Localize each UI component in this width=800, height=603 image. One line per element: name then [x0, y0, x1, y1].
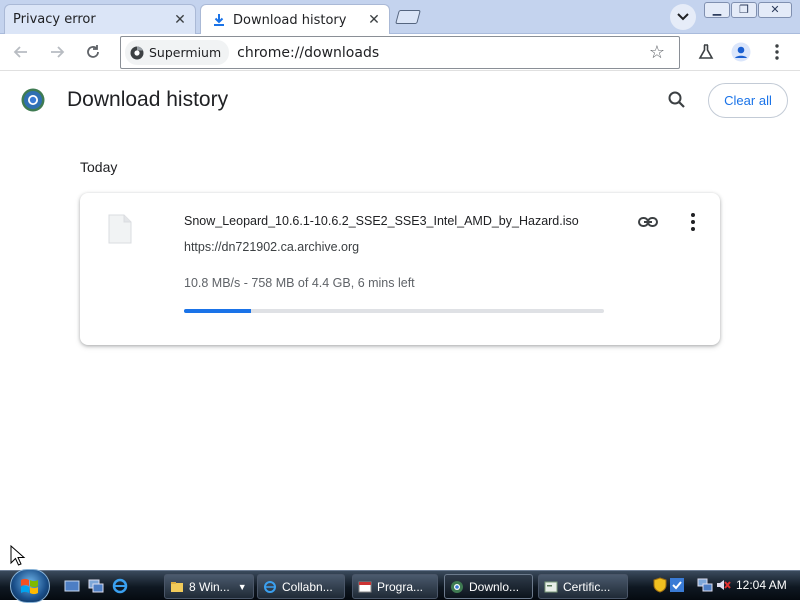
more-vert-icon: [691, 213, 695, 217]
file-icon: [108, 214, 132, 244]
labs-button[interactable]: [693, 39, 719, 65]
avatar-icon: [731, 42, 751, 62]
clock[interactable]: 12:04 AM: [736, 578, 787, 592]
reload-icon: [87, 45, 99, 58]
taskbar: 8 Win... ▼ Collabn... Progra... Downlo..…: [0, 569, 800, 603]
page-title: Download history: [67, 88, 229, 111]
back-button[interactable]: [8, 39, 34, 65]
menu-button[interactable]: [764, 39, 790, 65]
ie-icon[interactable]: [112, 578, 128, 594]
certificate-icon: [544, 581, 558, 592]
minimize-button[interactable]: ▁: [704, 2, 730, 18]
taskbar-button-label: 8 Win...: [189, 579, 230, 594]
star-icon[interactable]: ☆: [649, 42, 665, 63]
taskbar-button-downloads[interactable]: Downlo...: [444, 574, 533, 599]
tab-title: Privacy error: [13, 12, 96, 27]
reload-button[interactable]: [80, 39, 106, 65]
supermium-logo-icon: [21, 88, 45, 112]
windows-logo-icon: [21, 578, 38, 595]
address-bar[interactable]: Supermium chrome://downloads ☆: [120, 36, 680, 69]
taskbar-button-certificate[interactable]: Certific...: [538, 574, 628, 599]
clear-all-button[interactable]: Clear all: [708, 83, 788, 118]
tab-strip: Privacy error ✕ Download history ✕ ▁ ❐ ✕: [0, 0, 800, 35]
switch-windows-icon[interactable]: [88, 578, 104, 594]
arrow-left-icon: [13, 46, 27, 58]
shield-icon[interactable]: [653, 577, 667, 593]
taskbar-button-label: Certific...: [563, 579, 611, 594]
chip-label: Supermium: [149, 45, 222, 60]
taskbar-button-collabnet[interactable]: Collabn...: [257, 574, 345, 599]
toolbar: Supermium chrome://downloads ☆: [0, 34, 800, 71]
chevron-down-icon: [677, 13, 689, 21]
search-icon[interactable]: [666, 89, 688, 111]
taskbar-button-programs[interactable]: Progra...: [352, 574, 438, 599]
network-icon[interactable]: [697, 577, 713, 593]
progress-fill: [184, 309, 252, 313]
more-vert-icon: [775, 44, 779, 60]
tab-privacy-error[interactable]: Privacy error ✕: [4, 4, 196, 34]
arrow-right-icon: [51, 46, 65, 58]
restore-button[interactable]: ❐: [731, 2, 757, 18]
forward-button[interactable]: [44, 39, 70, 65]
mouse-cursor-icon: [10, 545, 26, 566]
taskbar-button-label: Downlo...: [469, 579, 520, 594]
flask-icon: [698, 44, 714, 59]
supermium-logo-icon: [130, 46, 144, 59]
security-center-icon[interactable]: [669, 577, 685, 593]
more-actions-button[interactable]: [682, 211, 704, 233]
download-icon: [211, 12, 227, 28]
download-status: 10.8 MB/s - 758 MB of 4.4 GB, 6 mins lef…: [184, 276, 415, 290]
site-info-chip[interactable]: Supermium: [125, 40, 230, 65]
volume-muted-icon[interactable]: [715, 577, 731, 593]
ie-icon: [264, 580, 276, 593]
tab-search-button[interactable]: [670, 4, 696, 30]
taskbar-button-label: Collabn...: [282, 579, 333, 594]
chevron-down-icon: ▼: [237, 581, 247, 592]
new-tab-button[interactable]: [395, 10, 421, 24]
taskbar-button-windows-explorer[interactable]: 8 Win... ▼: [164, 574, 254, 599]
close-icon[interactable]: ✕: [171, 11, 189, 29]
link-icon[interactable]: [637, 211, 659, 233]
download-progress-bar: [184, 309, 604, 313]
folder-icon: [171, 581, 183, 592]
window-icon: [358, 581, 372, 592]
tab-download-history[interactable]: Download history ✕: [200, 4, 390, 35]
close-window-button[interactable]: ✕: [758, 2, 792, 18]
taskbar-button-label: Progra...: [377, 579, 424, 594]
tab-title: Download history: [233, 12, 347, 28]
supermium-icon: [451, 580, 463, 593]
start-button[interactable]: [10, 569, 50, 603]
profile-button[interactable]: [728, 39, 754, 65]
source-url-link[interactable]: https://dn721902.ca.archive.org: [184, 240, 359, 254]
show-desktop-icon[interactable]: [64, 578, 80, 594]
section-date: Today: [80, 159, 118, 175]
url-text[interactable]: chrome://downloads: [237, 45, 379, 61]
close-icon[interactable]: ✕: [365, 11, 383, 29]
download-item-card: Snow_Leopard_10.6.1-10.6.2_SSE2_SSE3_Int…: [80, 193, 720, 345]
file-name-link[interactable]: Snow_Leopard_10.6.1-10.6.2_SSE2_SSE3_Int…: [184, 214, 579, 228]
